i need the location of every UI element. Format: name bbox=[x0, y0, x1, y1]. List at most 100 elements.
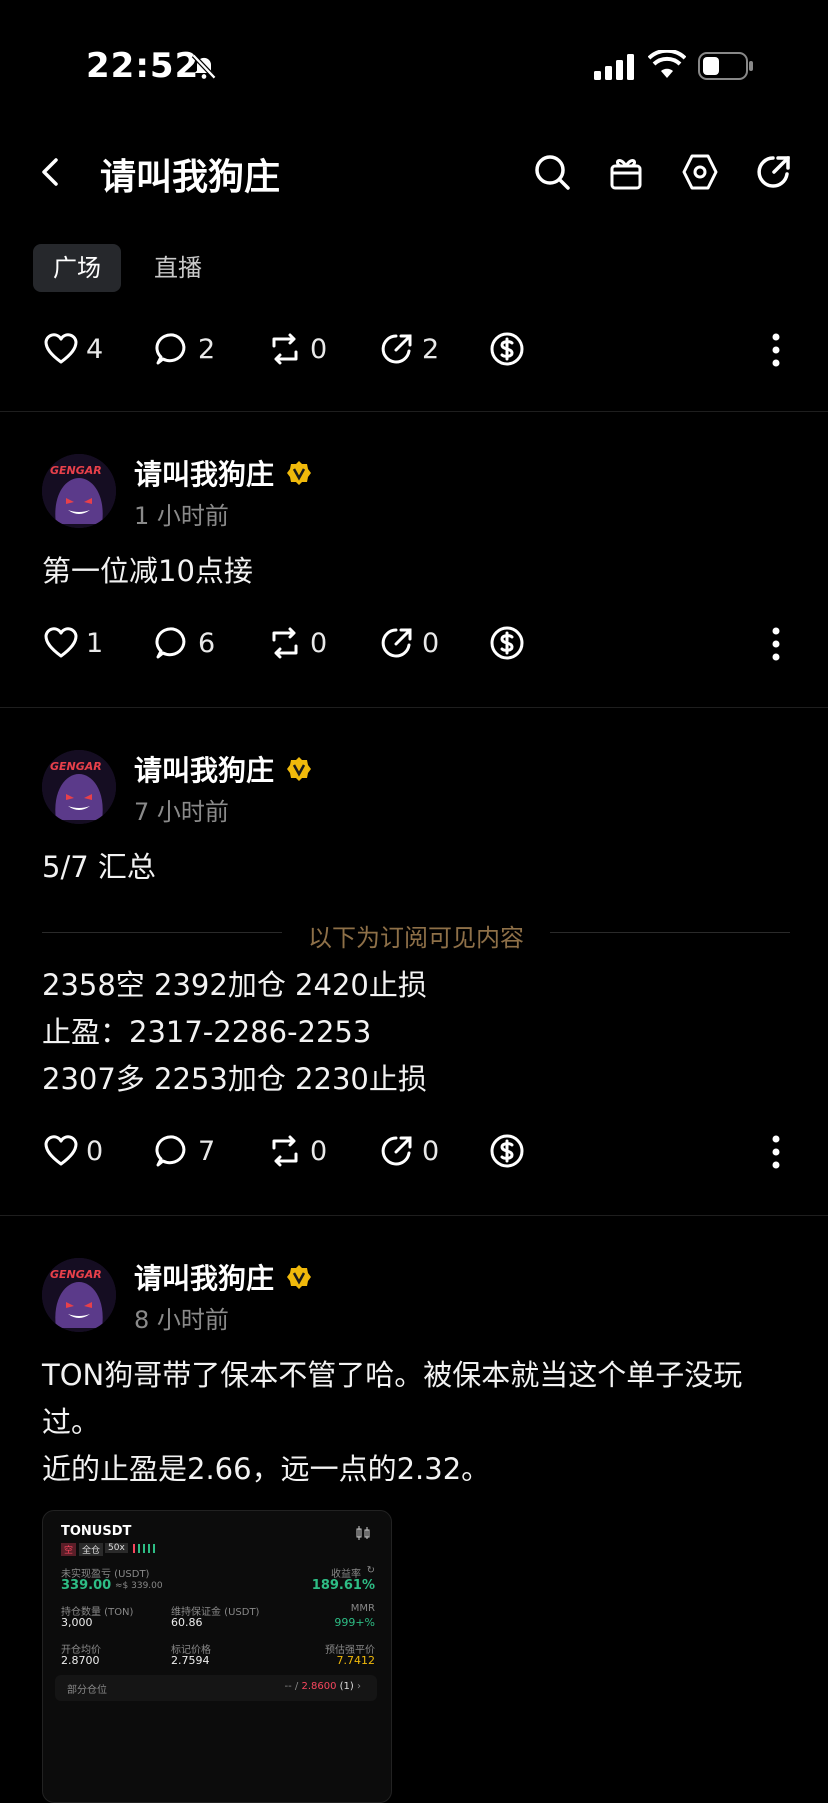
status-time: 22:52 bbox=[86, 46, 200, 86]
subscribe-divider: 以下为订阅可见内容 bbox=[42, 918, 790, 952]
repost-button[interactable]: 0 bbox=[266, 618, 327, 668]
mmr-value: 999+% bbox=[334, 1616, 375, 1629]
more-icon[interactable] bbox=[771, 332, 781, 368]
author-name[interactable]: 请叫我狗庄 bbox=[134, 453, 274, 493]
repost-icon bbox=[272, 627, 298, 659]
tip-button[interactable] bbox=[488, 618, 526, 668]
tip-button[interactable] bbox=[488, 1126, 526, 1176]
cellular-signal-icon bbox=[594, 54, 634, 80]
repost-icon bbox=[272, 1135, 298, 1167]
post-text: 过。 bbox=[42, 1405, 101, 1439]
share-icon bbox=[381, 1136, 412, 1166]
heart-icon bbox=[44, 627, 78, 658]
qty-value: 3,000 bbox=[61, 1616, 93, 1629]
like-button[interactable]: 4 bbox=[42, 324, 103, 374]
card-symbol: TONUSDT bbox=[61, 1524, 132, 1539]
position-card-image[interactable]: TONUSDT 空 全仓 50x 未实现盈亏 (USDT) 339.00 ≈$ … bbox=[42, 1510, 392, 1803]
dollar-icon bbox=[490, 1134, 524, 1168]
dollar-icon bbox=[490, 332, 524, 366]
liq-value: 7.7412 bbox=[336, 1654, 376, 1667]
repost-button[interactable]: 0 bbox=[266, 324, 327, 374]
comment-button[interactable]: 7 bbox=[154, 1126, 215, 1176]
avatar[interactable]: GENGAR bbox=[42, 454, 116, 528]
divider bbox=[0, 707, 828, 708]
share-icon[interactable] bbox=[754, 152, 794, 192]
share-post-button[interactable]: 0 bbox=[378, 1126, 439, 1176]
verified-badge-icon bbox=[287, 1265, 311, 1289]
battery-icon bbox=[698, 52, 753, 80]
bell-muted-icon bbox=[191, 53, 217, 80]
repost-icon bbox=[272, 333, 298, 365]
verified-badge-icon bbox=[287, 461, 311, 485]
post-text: TON狗哥带了保本不管了哈。被保本就当这个单子没玩 bbox=[42, 1358, 743, 1392]
partial-position-row[interactable]: 部分仓位 -- / 2.8600 (1) › bbox=[55, 1675, 377, 1701]
comment-icon bbox=[155, 333, 186, 365]
divider bbox=[0, 1215, 828, 1216]
post-text: 2358空 2392加仓 2420止损 bbox=[42, 968, 427, 1002]
author-name[interactable]: 请叫我狗庄 bbox=[134, 1257, 274, 1297]
signal-bars-icon bbox=[133, 1544, 155, 1553]
svg-text:GENGAR: GENGAR bbox=[50, 464, 102, 477]
gengar-avatar-icon: GENGAR bbox=[42, 454, 116, 528]
svg-text:GENGAR: GENGAR bbox=[50, 1268, 102, 1281]
share-post-button[interactable]: 2 bbox=[378, 324, 439, 374]
pnl-approx: ≈$ 339.00 bbox=[115, 1581, 163, 1591]
tab-plaza[interactable]: 广场 bbox=[33, 244, 121, 292]
post-text: 2307多 2253加仓 2230止损 bbox=[42, 1062, 427, 1096]
divider bbox=[0, 411, 828, 412]
post-text: 近的止盈是2.66，远一点的2.32。 bbox=[42, 1452, 491, 1486]
gengar-avatar-icon: GENGAR bbox=[42, 750, 116, 824]
mmr-label: MMR bbox=[350, 1603, 375, 1614]
refresh-icon[interactable]: ↻ bbox=[367, 1565, 375, 1576]
share-icon bbox=[381, 628, 412, 658]
post-text: 第一位减10点接 bbox=[42, 554, 253, 588]
wifi-icon bbox=[648, 50, 686, 78]
partial-value: -- / 2.8600 (1) › bbox=[284, 1681, 362, 1692]
comment-button[interactable]: 6 bbox=[154, 618, 215, 668]
chart-candles-icon bbox=[356, 1526, 370, 1540]
comment-button[interactable]: 2 bbox=[154, 324, 215, 374]
comment-icon bbox=[155, 627, 186, 659]
post-text: 止盈：2317-2286-2253 bbox=[42, 1015, 372, 1049]
verified-badge-icon bbox=[287, 757, 311, 781]
share-icon bbox=[381, 334, 412, 364]
avatar[interactable]: GENGAR bbox=[42, 1258, 116, 1332]
post-time: 7 小时前 bbox=[134, 798, 229, 826]
roe-value: 189.61% bbox=[311, 1578, 375, 1593]
dollar-icon bbox=[490, 626, 524, 660]
gift-icon[interactable] bbox=[606, 152, 646, 192]
more-icon[interactable] bbox=[771, 626, 781, 662]
pnl-value: 339.00 bbox=[61, 1578, 112, 1593]
gengar-avatar-icon: GENGAR bbox=[42, 1258, 116, 1332]
mark-value: 2.7594 bbox=[171, 1654, 210, 1667]
back-icon[interactable] bbox=[36, 154, 64, 190]
tag-leverage: 50x bbox=[105, 1543, 128, 1553]
like-button[interactable]: 1 bbox=[42, 618, 103, 668]
like-button[interactable]: 0 bbox=[42, 1126, 103, 1176]
tip-button[interactable] bbox=[488, 324, 526, 374]
tag-cross: 全仓 bbox=[79, 1543, 104, 1556]
avatar[interactable]: GENGAR bbox=[42, 750, 116, 824]
heart-icon bbox=[44, 333, 78, 364]
post-text: 5/7 汇总 bbox=[42, 850, 156, 884]
post-actions: 0 7 0 0 bbox=[0, 1126, 828, 1176]
repost-button[interactable]: 0 bbox=[266, 1126, 327, 1176]
page-title: 请叫我狗庄 bbox=[100, 157, 281, 198]
svg-text:GENGAR: GENGAR bbox=[50, 760, 102, 773]
search-icon[interactable] bbox=[532, 152, 572, 192]
margin-value: 60.86 bbox=[171, 1616, 203, 1629]
more-icon[interactable] bbox=[771, 1134, 781, 1170]
subscribe-divider-label: 以下为订阅可见内容 bbox=[308, 924, 524, 952]
settings-icon[interactable] bbox=[680, 152, 720, 192]
share-post-button[interactable]: 0 bbox=[378, 618, 439, 668]
post-time: 1 小时前 bbox=[134, 502, 229, 530]
heart-icon bbox=[44, 1135, 78, 1166]
comment-icon bbox=[155, 1135, 186, 1167]
entry-value: 2.8700 bbox=[61, 1654, 100, 1667]
post-time: 8 小时前 bbox=[134, 1306, 229, 1334]
tab-live[interactable]: 直播 bbox=[134, 244, 222, 292]
post-actions: 1 6 0 0 bbox=[0, 618, 828, 668]
author-name[interactable]: 请叫我狗庄 bbox=[134, 749, 274, 789]
post-actions: 4 2 0 2 bbox=[0, 324, 828, 374]
partial-label: 部分仓位 bbox=[67, 1685, 107, 1696]
